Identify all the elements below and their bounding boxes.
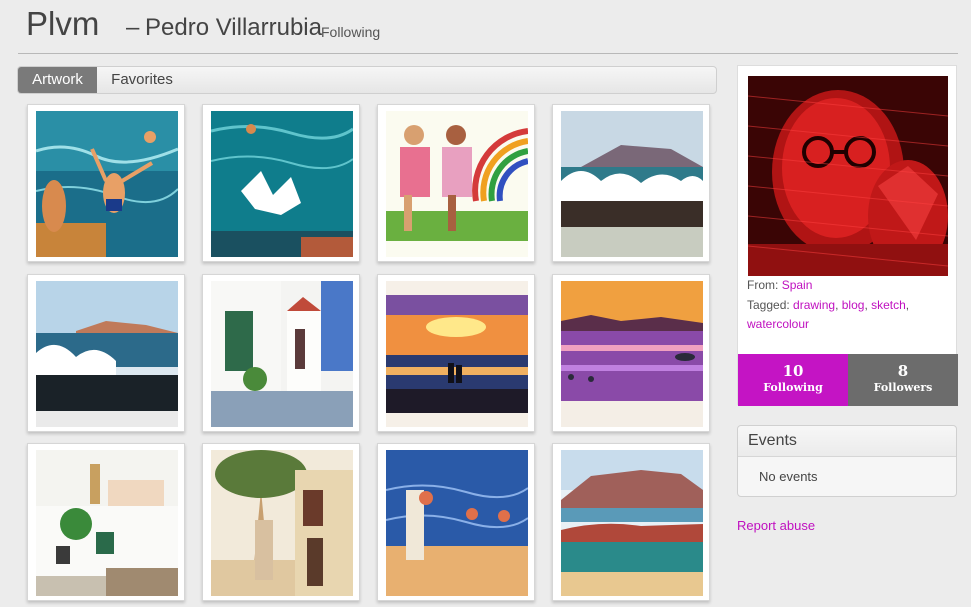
artwork-thumbnail[interactable] bbox=[27, 104, 185, 262]
header-dash: – bbox=[126, 14, 140, 41]
username: Plvm bbox=[26, 5, 100, 42]
tagged-label: Tagged: bbox=[747, 298, 790, 312]
artwork-thumbnail[interactable] bbox=[552, 104, 710, 262]
tab-bar: Artwork Favorites bbox=[17, 66, 717, 94]
following-count: 10 bbox=[782, 362, 804, 380]
artwork-image bbox=[36, 450, 178, 596]
events-panel: Events No events bbox=[737, 425, 957, 497]
artwork-image bbox=[386, 111, 528, 257]
artwork-image bbox=[211, 111, 353, 257]
artwork-thumbnail[interactable] bbox=[377, 443, 535, 601]
followers-label: Followers bbox=[873, 381, 933, 394]
artwork-image bbox=[211, 281, 353, 427]
artwork-thumbnail[interactable] bbox=[27, 443, 185, 601]
artwork-thumbnail[interactable] bbox=[552, 274, 710, 432]
tag-link[interactable]: watercolour bbox=[747, 317, 809, 331]
followers-stat-button[interactable]: 8 Followers bbox=[848, 354, 958, 406]
avatar[interactable] bbox=[748, 76, 948, 276]
artwork-thumbnail[interactable] bbox=[377, 274, 535, 432]
followers-count: 8 bbox=[897, 362, 909, 380]
artwork-thumbnail[interactable] bbox=[27, 274, 185, 432]
location-link[interactable]: Spain bbox=[782, 278, 813, 292]
profile-card: From: Spain Tagged: drawing, blog, sketc… bbox=[737, 65, 958, 406]
profile-header: Plvm – Pedro Villarrubia Following bbox=[18, 0, 958, 54]
artwork-image bbox=[386, 281, 528, 427]
profile-tags: Tagged: drawing, blog, sketch, watercolo… bbox=[747, 298, 910, 331]
stats-bar: 10 Following 8 Followers bbox=[738, 354, 958, 406]
artwork-image bbox=[386, 450, 528, 596]
report-abuse-link[interactable]: Report abuse bbox=[737, 518, 815, 533]
tag-link[interactable]: sketch bbox=[871, 298, 906, 312]
artwork-thumbnail[interactable] bbox=[377, 104, 535, 262]
profile-location: From: Spain bbox=[747, 276, 812, 295]
artwork-thumbnail[interactable] bbox=[202, 104, 360, 262]
tab-artwork[interactable]: Artwork bbox=[18, 67, 97, 93]
artwork-thumbnail[interactable] bbox=[552, 443, 710, 601]
events-title: Events bbox=[738, 426, 956, 457]
following-link[interactable]: Following bbox=[321, 24, 380, 40]
artwork-image bbox=[211, 450, 353, 596]
artwork-thumbnail[interactable] bbox=[202, 443, 360, 601]
artwork-image bbox=[36, 281, 178, 427]
tab-favorites[interactable]: Favorites bbox=[104, 67, 180, 93]
full-name: Pedro Villarrubia bbox=[145, 14, 322, 41]
artwork-image bbox=[36, 111, 178, 257]
from-label: From: bbox=[747, 278, 779, 292]
tag-link[interactable]: drawing bbox=[793, 298, 835, 312]
artwork-thumbnail[interactable] bbox=[202, 274, 360, 432]
tag-link[interactable]: blog bbox=[842, 298, 865, 312]
artwork-image bbox=[561, 450, 703, 596]
events-empty-text: No events bbox=[759, 469, 818, 484]
following-label: Following bbox=[763, 381, 823, 394]
artwork-image bbox=[561, 281, 703, 427]
artwork-image bbox=[561, 111, 703, 257]
following-stat-button[interactable]: 10 Following bbox=[738, 354, 848, 406]
